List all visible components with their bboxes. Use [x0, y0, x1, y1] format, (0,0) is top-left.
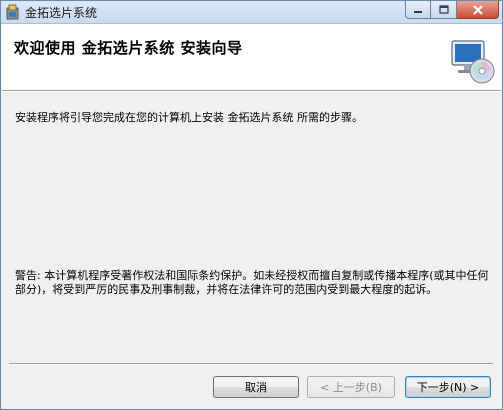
- header-divider: [2, 91, 501, 92]
- intro-text: 安装程序将引导您完成在您的计算机上安装 金拓选片系统 所需的步骤。: [15, 111, 363, 124]
- maximize-icon: [438, 5, 449, 14]
- installer-window: 金拓选片系统 欢迎使用 金拓选片系统 安装向导 安装程序将引导您完成在您的计算机…: [0, 0, 503, 410]
- installer-app-icon: [6, 4, 19, 20]
- window-title: 金拓选片系统: [25, 6, 98, 20]
- close-button[interactable]: [457, 1, 499, 19]
- footer-divider: [9, 363, 493, 365]
- close-icon: [472, 4, 483, 15]
- wizard-header: 欢迎使用 金拓选片系统 安装向导: [2, 24, 501, 91]
- minimize-button[interactable]: [405, 1, 431, 19]
- minimize-icon: [414, 10, 422, 13]
- page-title: 欢迎使用 金拓选片系统 安装向导: [14, 39, 243, 57]
- computer-cd-icon: [451, 40, 495, 84]
- cancel-button[interactable]: 取消: [213, 376, 299, 398]
- title-bar[interactable]: 金拓选片系统: [1, 1, 502, 24]
- next-button[interactable]: 下一步(N) >: [405, 376, 491, 398]
- window-controls: [405, 1, 499, 20]
- copyright-warning: 警告: 本计算机程序受著作权法和国际条约保护。如未经授权而擅自复制或传播本程序(…: [15, 269, 489, 296]
- back-button[interactable]: < 上一步(B): [307, 376, 395, 398]
- maximize-button[interactable]: [431, 1, 457, 19]
